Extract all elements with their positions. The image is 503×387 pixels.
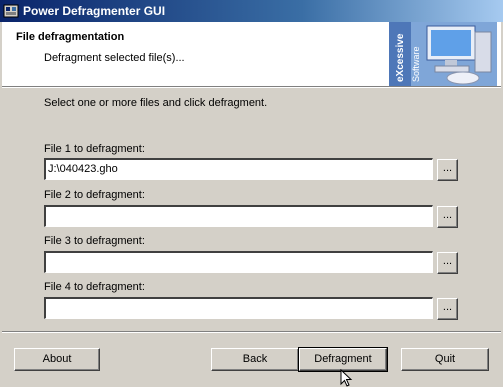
about-button[interactable]: About [14, 348, 100, 371]
file-3-input[interactable] [44, 251, 433, 273]
back-button[interactable]: Back [211, 348, 299, 371]
title-bar[interactable]: Power Defragmenter GUI [0, 0, 503, 22]
excessive-software-logo: eXcessive Software [389, 22, 497, 86]
file-4-label: File 4 to defragment: [44, 281, 145, 293]
page-subtitle: Defragment selected file(s)... [44, 52, 185, 64]
file-4-browse-button[interactable]: ... [437, 298, 458, 320]
footer-divider [2, 331, 501, 333]
file-2-input[interactable] [44, 205, 433, 227]
logo-text: eXcessive [395, 33, 406, 82]
defragment-button[interactable]: Defragment [298, 347, 388, 372]
file-3-label: File 3 to defragment: [44, 235, 145, 247]
file-3-browse-button[interactable]: ... [437, 252, 458, 274]
file-1-input[interactable]: J:\040423.gho [44, 158, 433, 180]
svg-text:Software: Software [411, 46, 421, 82]
instruction-text: Select one or more files and click defra… [44, 97, 268, 109]
page-title: File defragmentation [16, 31, 125, 43]
file-2-label: File 2 to defragment: [44, 189, 145, 201]
file-4-input[interactable] [44, 297, 433, 319]
header-divider [2, 86, 501, 88]
file-1-browse-button[interactable]: ... [437, 159, 458, 181]
window-title: Power Defragmenter GUI [23, 4, 166, 18]
file-1-label: File 1 to defragment: [44, 143, 145, 155]
wizard-header: File defragmentation Defragment selected… [2, 22, 501, 86]
file-2-browse-button[interactable]: ... [437, 206, 458, 228]
quit-button[interactable]: Quit [401, 348, 489, 371]
app-icon [3, 4, 19, 18]
mouse-cursor-icon [340, 369, 353, 387]
